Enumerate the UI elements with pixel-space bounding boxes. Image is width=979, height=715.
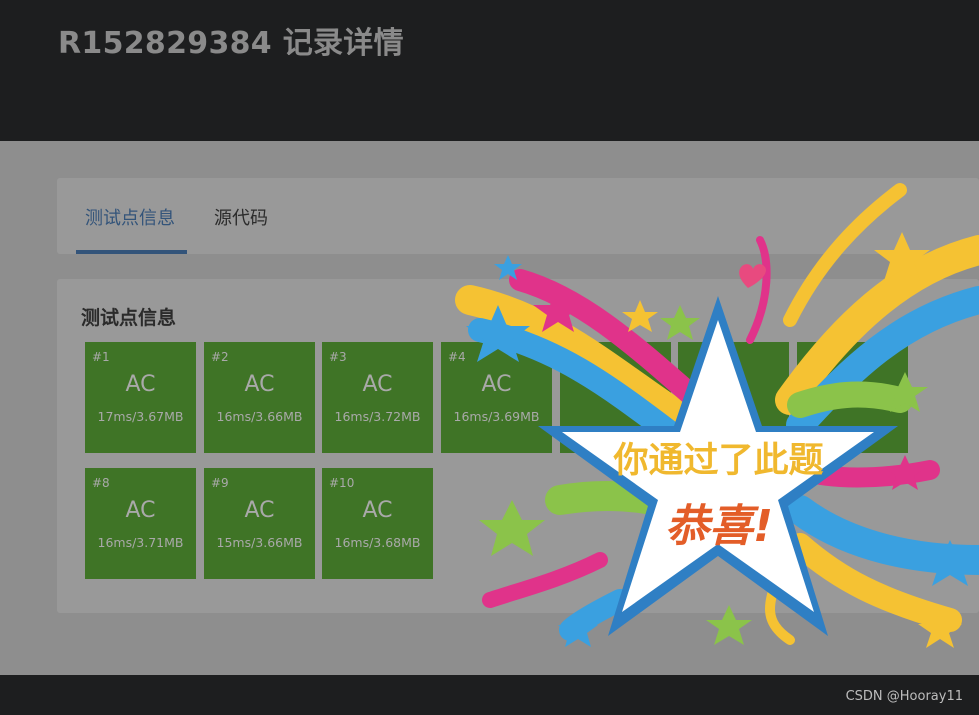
testcase-id: #9 (211, 476, 229, 490)
testcase-tile[interactable]: #8 AC 16ms/3.71MB (85, 468, 196, 579)
testcase-tile[interactable]: #3 AC 16ms/3.72MB (322, 342, 433, 453)
congrats-exclamation: 恭喜! (664, 501, 774, 552)
testcase-tile[interactable]: #2 AC 16ms/3.66MB (204, 342, 315, 453)
testcase-tile[interactable]: #9 AC 15ms/3.66MB (204, 468, 315, 579)
congrats-message: 你通过了此题 (613, 441, 824, 481)
testcase-id: #8 (92, 476, 110, 490)
testcase-status: AC (362, 372, 393, 397)
top-header: R152829384 记录详情 (0, 0, 979, 141)
testcase-resource: 16ms/3.68MB (334, 535, 421, 550)
testcase-status: AC (244, 372, 275, 397)
testcase-id: #10 (329, 476, 355, 490)
testcase-status: AC (244, 498, 275, 523)
testcase-id: #3 (329, 350, 347, 364)
testcase-resource: 17ms/3.67MB (97, 409, 184, 424)
active-tab-indicator (76, 250, 187, 254)
testcase-id: #1 (92, 350, 110, 364)
testcase-tile[interactable]: #1 AC 17ms/3.67MB (85, 342, 196, 453)
tab-source-code[interactable]: 源代码 (214, 204, 268, 230)
testcase-tile[interactable]: #10 AC 16ms/3.68MB (322, 468, 433, 579)
tab-testcase-info[interactable]: 测试点信息 (85, 204, 175, 230)
testcase-resource: 16ms/3.71MB (97, 535, 184, 550)
congratulations-burst-art (455, 183, 979, 648)
testcase-status: AC (125, 372, 156, 397)
testcase-status: AC (362, 498, 393, 523)
testcase-resource: 15ms/3.66MB (216, 535, 303, 550)
testcase-resource: 16ms/3.66MB (216, 409, 303, 424)
watermark: CSDN @Hooray11 (845, 689, 963, 704)
page-title: R152829384 记录详情 (58, 26, 404, 61)
section-title: 测试点信息 (81, 307, 177, 329)
testcase-id: #2 (211, 350, 229, 364)
testcase-status: AC (125, 498, 156, 523)
footer-bar: CSDN @Hooray11 (0, 675, 979, 715)
heart-icon (739, 264, 766, 288)
testcase-resource: 16ms/3.72MB (334, 409, 421, 424)
